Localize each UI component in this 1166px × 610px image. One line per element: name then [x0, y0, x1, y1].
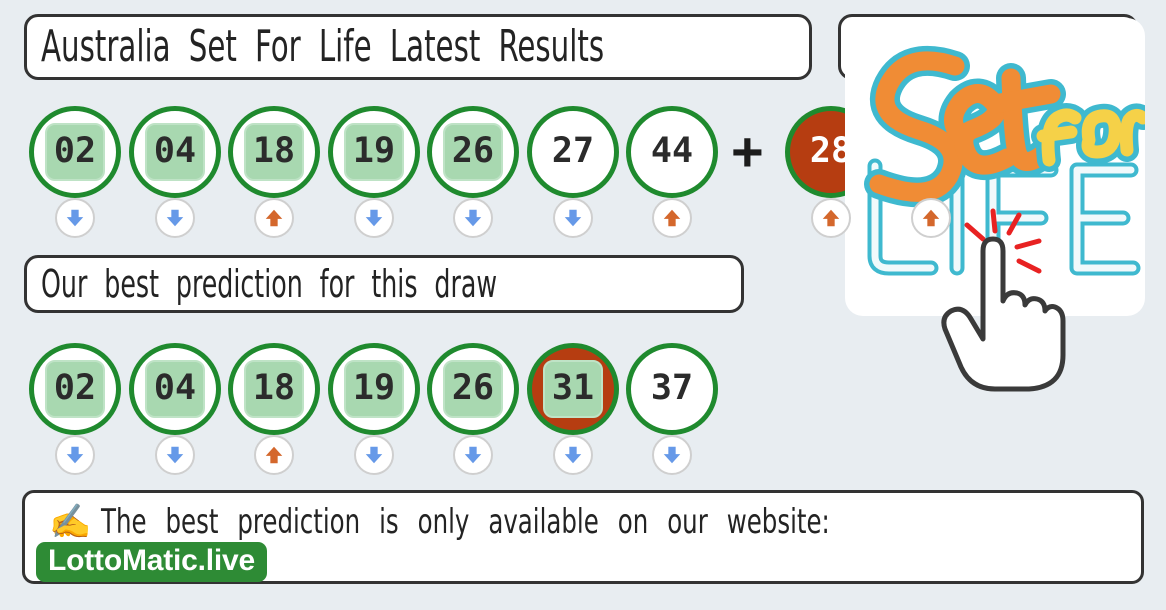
trend-up-icon [911, 198, 951, 238]
result-5-ball[interactable]: 26 [427, 106, 519, 198]
trend-down-icon [553, 435, 593, 475]
trend-down-icon [453, 198, 493, 238]
page-title-text: Australia Set For Life Latest Results [41, 21, 605, 72]
result-4-ball[interactable]: 19 [328, 106, 420, 198]
prediction-label-text: Our best prediction for this draw [41, 262, 498, 306]
trend-down-icon [55, 198, 95, 238]
trend-down-icon [553, 198, 593, 238]
page-title: Australia Set For Life Latest Results [24, 14, 812, 80]
ball-number: 26 [442, 360, 504, 418]
result-7-ball[interactable]: 44 [626, 106, 718, 198]
result-1-ball[interactable]: 02 [29, 106, 121, 198]
ball-number: 02 [44, 360, 106, 418]
site-badge[interactable]: LottoMatic.live [36, 542, 268, 582]
result-3-ball[interactable]: 18 [228, 106, 320, 198]
trend-down-icon [55, 435, 95, 475]
prediction-7-ball[interactable]: 37 [626, 343, 718, 435]
trend-down-icon [453, 435, 493, 475]
trend-down-icon [652, 435, 692, 475]
trend-up-icon [811, 198, 851, 238]
prediction-2-ball[interactable]: 04 [129, 343, 221, 435]
prediction-6-ball[interactable]: 31 [527, 343, 619, 435]
prediction-1-ball[interactable]: 02 [29, 343, 121, 435]
ball-number: 19 [343, 123, 405, 181]
ball-number: 44 [650, 131, 694, 171]
trend-up-icon [254, 435, 294, 475]
ball-number: 18 [243, 360, 305, 418]
prediction-4-ball[interactable]: 19 [328, 343, 420, 435]
footer-text: The best prediction is only available on… [101, 502, 831, 542]
plus-separator: + [731, 120, 764, 183]
ball-number: 19 [343, 360, 405, 418]
screenshot-stage: Australia Set For Life Latest Results Ou… [0, 0, 1166, 610]
ball-number: 04 [144, 360, 206, 418]
ball-number: 26 [442, 123, 504, 181]
trend-down-icon [354, 198, 394, 238]
trend-down-icon [155, 435, 195, 475]
trend-down-icon [354, 435, 394, 475]
ball-number: 02 [44, 123, 106, 181]
ball-number: 27 [551, 131, 595, 171]
ball-number: 31 [542, 360, 604, 418]
prediction-5-ball[interactable]: 26 [427, 343, 519, 435]
trend-down-icon [155, 198, 195, 238]
ball-number: 04 [144, 123, 206, 181]
writing-hand-icon: ✍️ [49, 503, 92, 541]
logo-word-for [1031, 103, 1145, 172]
logo-word-set [864, 45, 1066, 208]
prediction-3-ball[interactable]: 18 [228, 343, 320, 435]
result-6-ball[interactable]: 27 [527, 106, 619, 198]
trend-up-icon [254, 198, 294, 238]
trend-up-icon [652, 198, 692, 238]
prediction-label: Our best prediction for this draw [24, 255, 744, 313]
ball-number: 18 [243, 123, 305, 181]
pointing-hand-cursor [941, 208, 1066, 392]
result-2-ball[interactable]: 04 [129, 106, 221, 198]
ball-number: 37 [650, 368, 694, 408]
footer-line: ✍️ The best prediction is only available… [49, 502, 1012, 542]
